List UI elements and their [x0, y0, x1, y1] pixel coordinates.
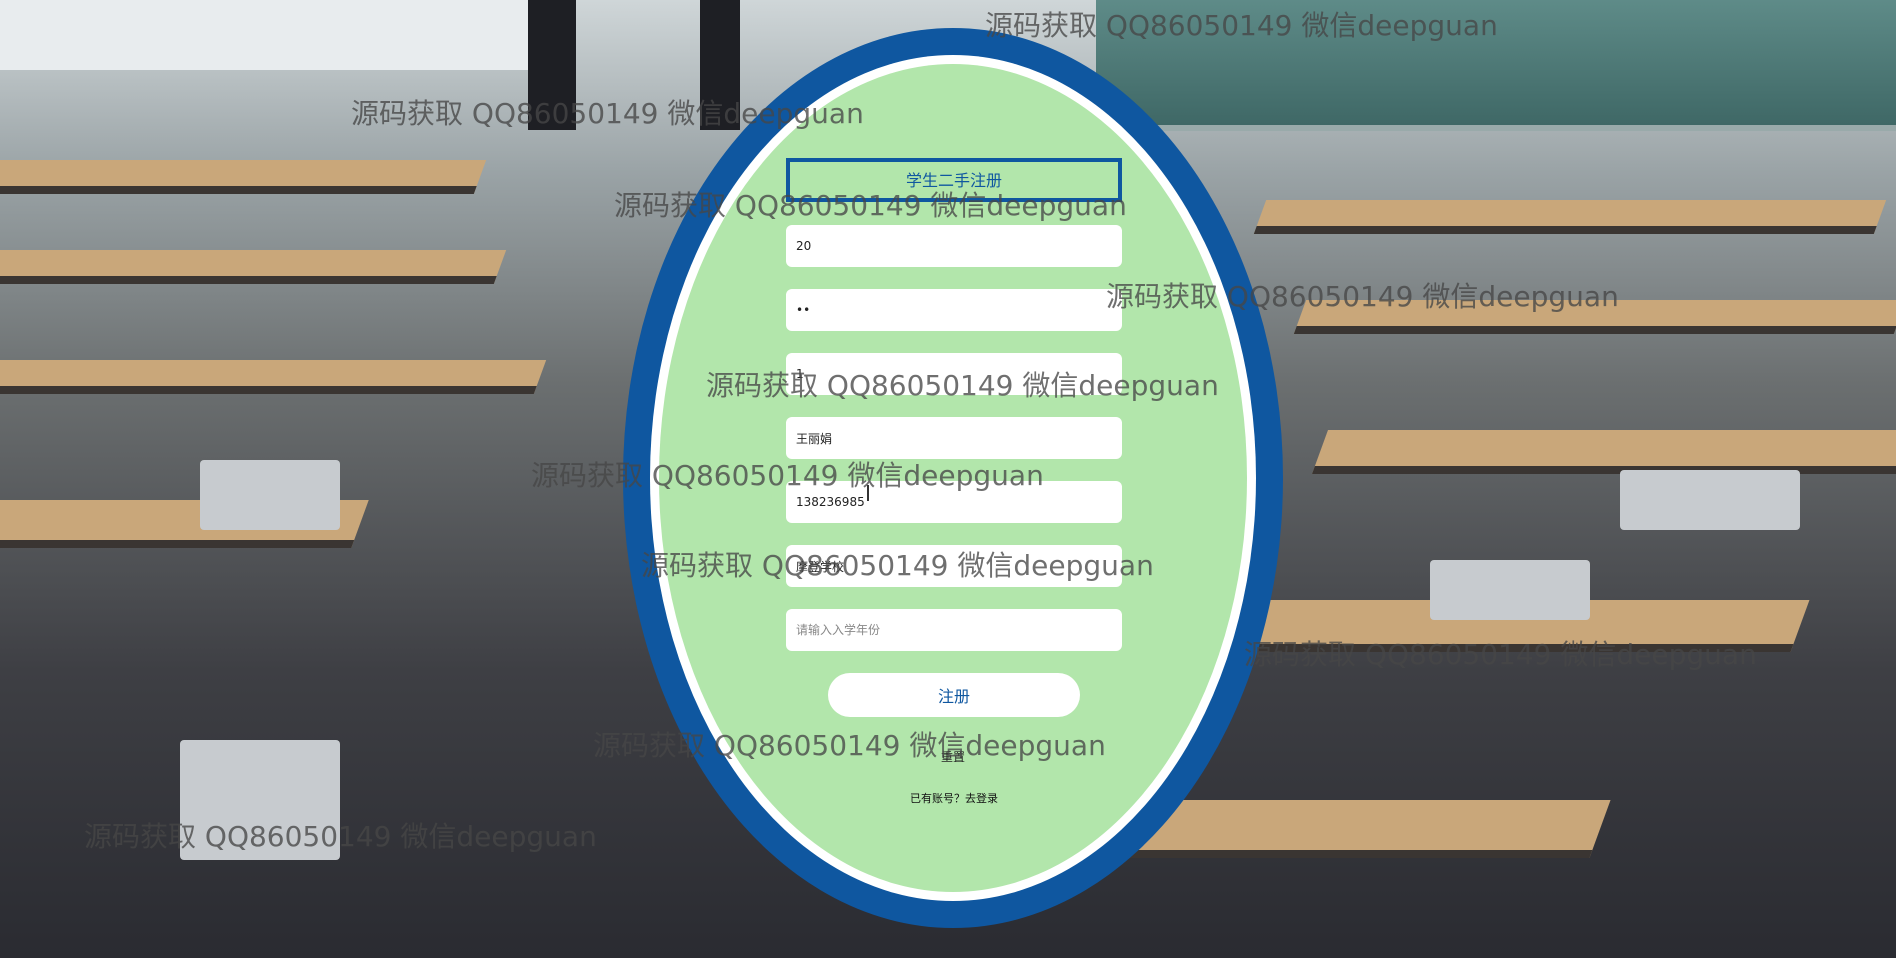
text-cursor [867, 485, 869, 501]
phone-input[interactable] [786, 481, 1122, 523]
school-input[interactable] [786, 545, 1122, 587]
chalkboard [1096, 0, 1896, 131]
chair [1430, 560, 1590, 620]
desk [0, 160, 487, 194]
login-link[interactable]: 已有账号？去登录 [880, 790, 1028, 810]
password-input[interactable] [786, 289, 1122, 331]
desk [1253, 200, 1887, 234]
username-input[interactable] [786, 225, 1122, 267]
curtain [700, 0, 740, 130]
chair [1620, 470, 1800, 530]
curtain [528, 0, 576, 130]
enrollment-year-input[interactable] [786, 609, 1122, 651]
desk [1293, 300, 1896, 334]
chair [180, 740, 340, 860]
confirm-password-input[interactable] [786, 353, 1122, 395]
desk [0, 250, 507, 284]
chair [200, 460, 340, 530]
realname-input[interactable] [786, 417, 1122, 459]
form-title: 学生二手注册 [786, 158, 1122, 202]
window [0, 0, 560, 70]
desk [0, 360, 547, 394]
reset-button[interactable]: 重置 [920, 748, 986, 768]
desk [1311, 430, 1896, 474]
register-button[interactable]: 注册 [828, 673, 1080, 717]
